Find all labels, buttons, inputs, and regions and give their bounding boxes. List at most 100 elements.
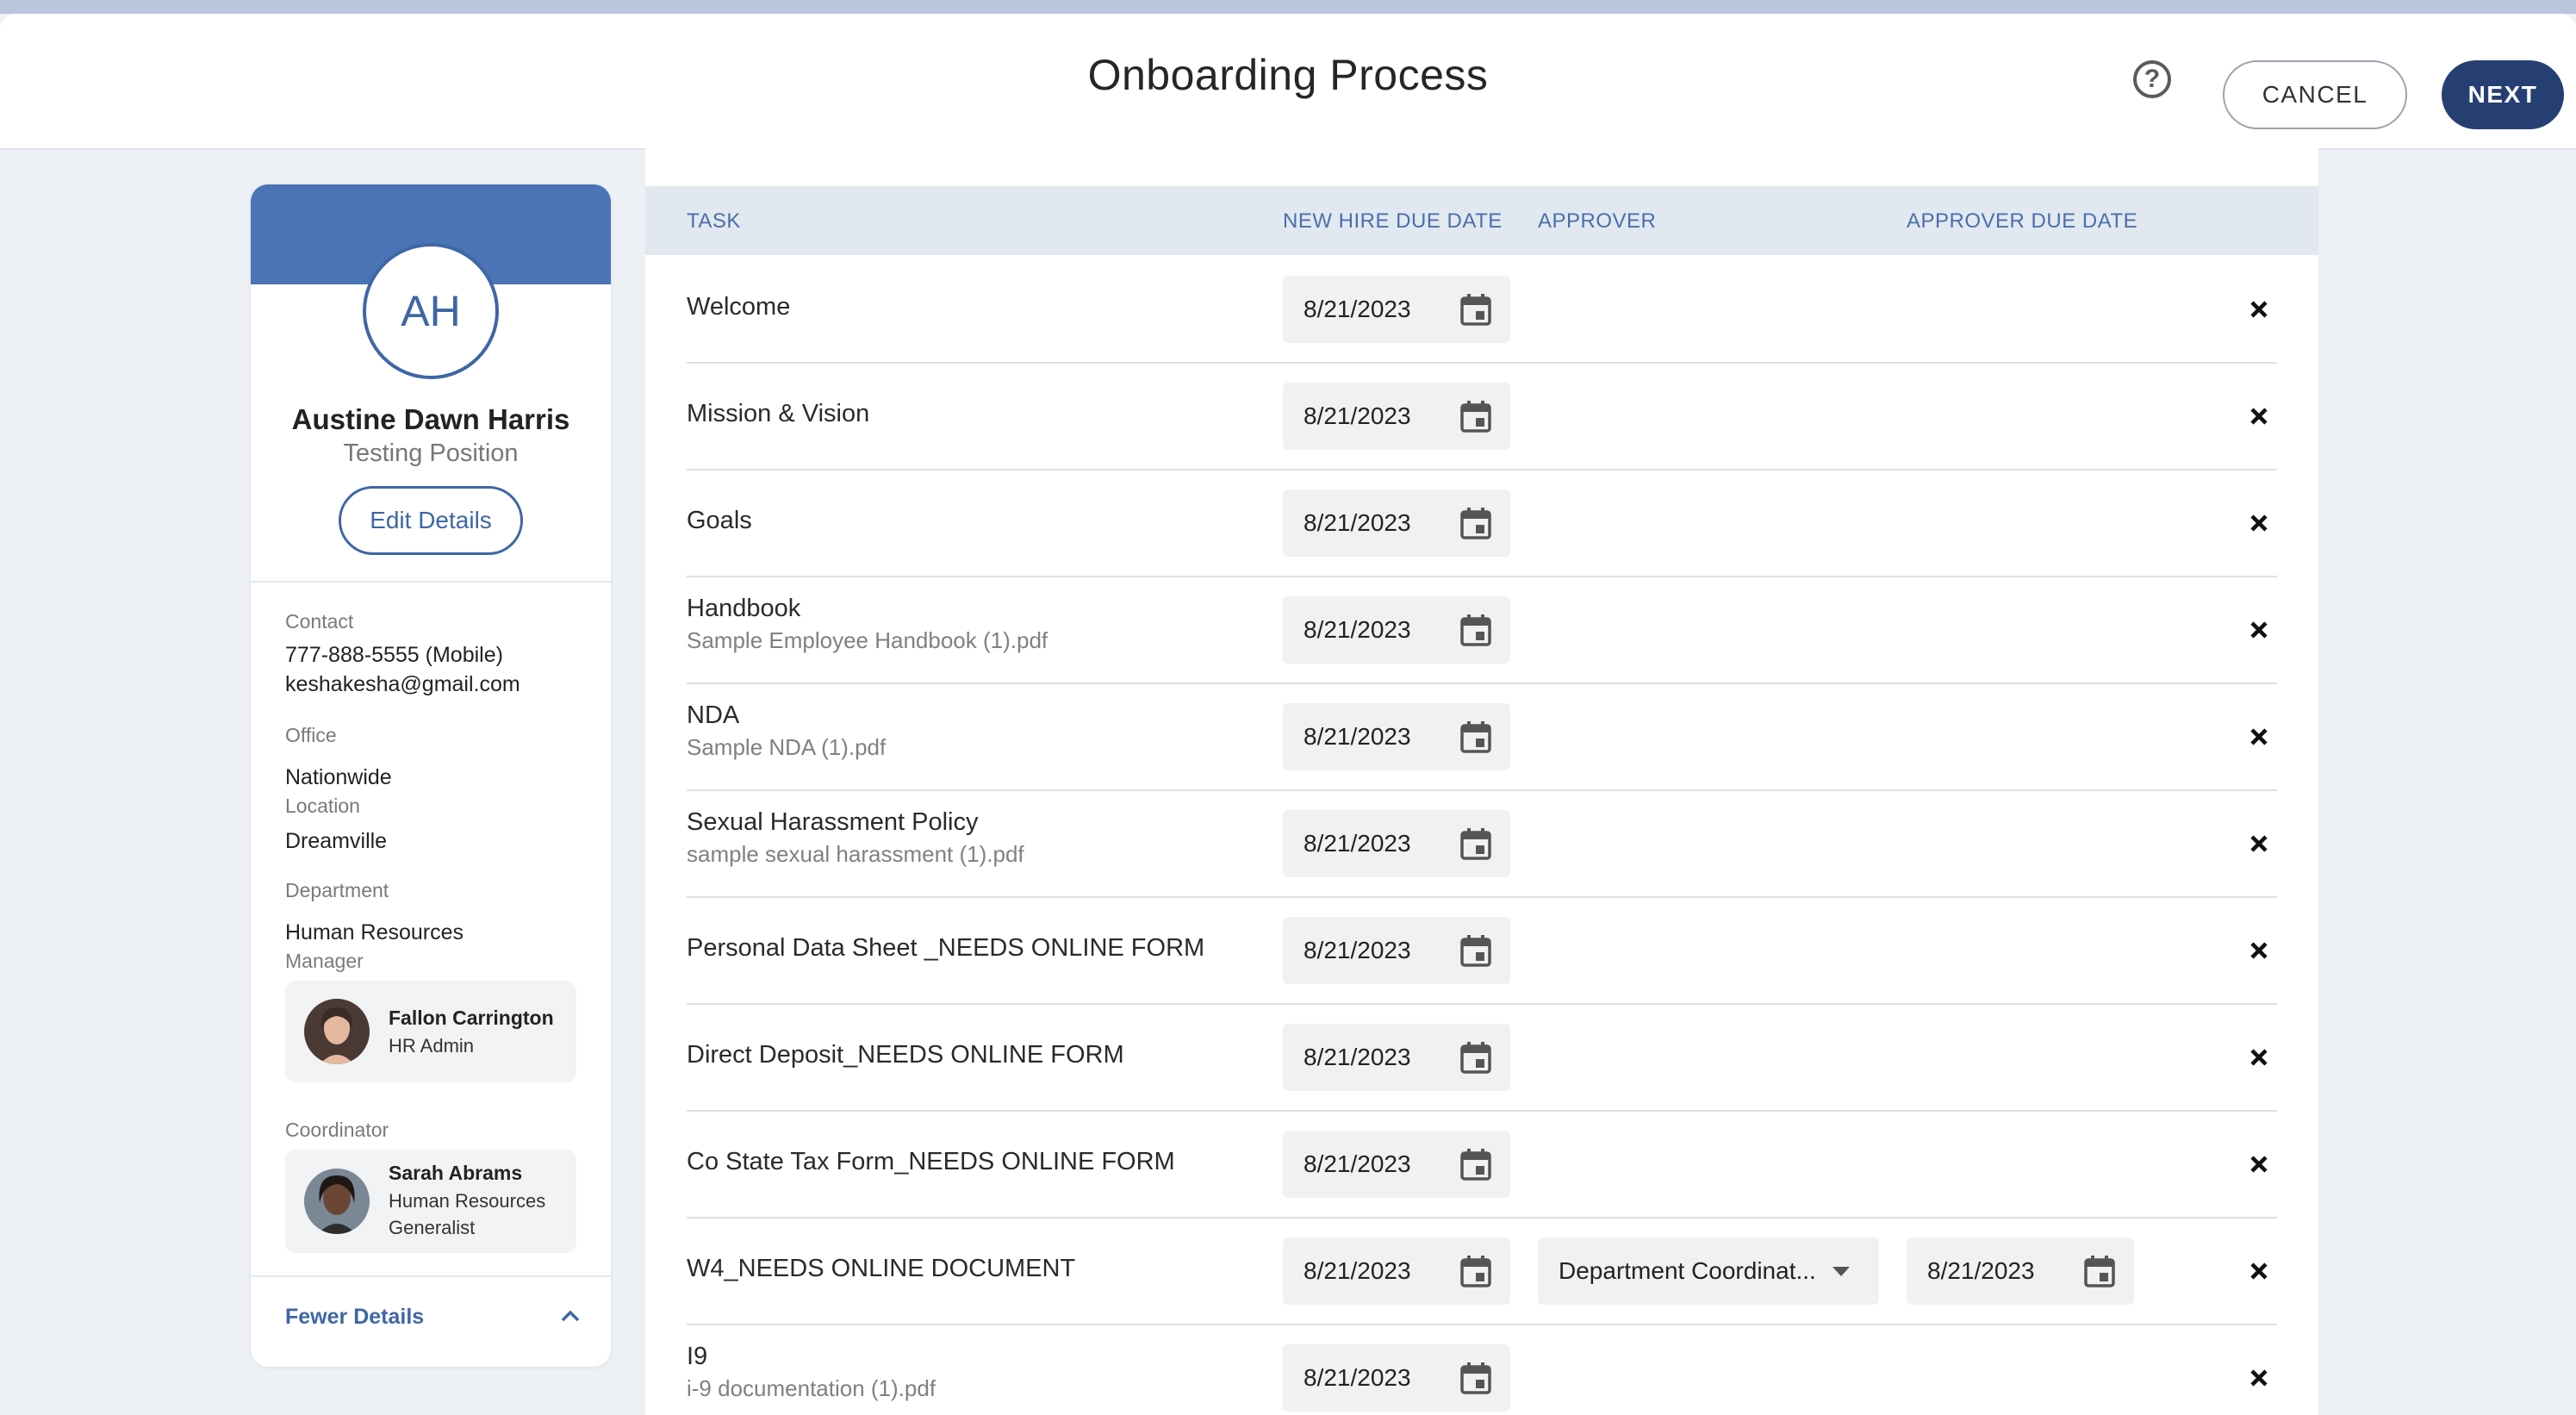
close-icon[interactable] — [2246, 510, 2272, 536]
new-hire-due-date-input[interactable]: 8/21/2023 — [1283, 810, 1510, 877]
location-label: Location — [285, 795, 360, 817]
task-panel: TASK NEW HIRE DUE DATE APPROVER APPROVER… — [645, 148, 2318, 1415]
task-name: W4_NEEDS ONLINE DOCUMENT — [687, 1255, 1076, 1282]
close-icon[interactable] — [2246, 296, 2272, 322]
new-hire-due-date-input[interactable]: 8/21/2023 — [1283, 276, 1510, 343]
column-approver-due-date: APPROVER DUE DATE — [1907, 209, 2138, 233]
task-name: Co State Tax Form_NEEDS ONLINE FORM — [687, 1148, 1175, 1175]
calendar-icon[interactable] — [1460, 293, 1491, 326]
task-row: Welcome 8/21/2023 — [687, 255, 2277, 364]
edit-details-button[interactable]: Edit Details — [339, 486, 523, 555]
calendar-icon[interactable] — [1460, 400, 1491, 433]
new-hire-due-date-input[interactable]: 8/21/2023 — [1283, 703, 1510, 770]
close-icon[interactable] — [2246, 1044, 2272, 1070]
column-task: TASK — [687, 209, 741, 233]
new-hire-due-date-input[interactable]: 8/21/2023 — [1283, 1024, 1510, 1091]
divider — [251, 581, 611, 583]
task-name: Sexual Harassment Policy — [687, 808, 979, 836]
manager-name: Fallon Carrington — [389, 1007, 554, 1029]
task-name: Welcome — [687, 293, 791, 321]
date-value: 8/21/2023 — [1304, 830, 1411, 857]
close-icon[interactable] — [2246, 617, 2272, 643]
office-label: Office — [285, 724, 337, 746]
task-name: Goals — [687, 507, 752, 534]
approver-due-date-input[interactable]: 8/21/2023 — [1907, 1237, 2134, 1305]
fewer-details-link[interactable]: Fewer Details — [285, 1305, 424, 1330]
task-attachment-link[interactable]: sample sexual harassment (1).pdf — [687, 841, 1024, 868]
new-hire-due-date-input[interactable]: 8/21/2023 — [1283, 1344, 1510, 1412]
department-label: Department — [285, 879, 389, 901]
contact-email: keshakesha@gmail.com — [285, 672, 520, 696]
manager-avatar — [304, 999, 370, 1064]
close-icon[interactable] — [2246, 831, 2272, 857]
close-icon[interactable] — [2246, 1151, 2272, 1177]
new-hire-due-date-input[interactable]: 8/21/2023 — [1283, 1237, 1510, 1305]
approver-select[interactable]: Department Coordinat... — [1538, 1237, 1879, 1305]
office-value: Nationwide — [285, 765, 392, 789]
chevron-down-icon — [1832, 1267, 1850, 1276]
calendar-icon[interactable] — [1460, 1362, 1491, 1394]
new-hire-due-date-input[interactable]: 8/21/2023 — [1283, 1131, 1510, 1198]
new-hire-due-date-input[interactable]: 8/21/2023 — [1283, 489, 1510, 557]
location-value: Dreamville — [285, 829, 388, 853]
column-new-hire-due-date: NEW HIRE DUE DATE — [1283, 209, 1503, 233]
task-attachment-link[interactable]: i-9 documentation (1).pdf — [687, 1375, 936, 1402]
contact-label: Contact — [285, 610, 354, 633]
close-icon[interactable] — [2246, 1258, 2272, 1284]
task-attachment-link[interactable]: Sample NDA (1).pdf — [687, 734, 886, 761]
coordinator-card[interactable]: Sarah Abrams Human Resources Generalist — [285, 1150, 576, 1253]
employee-position: Testing Position — [343, 439, 519, 467]
task-name: NDA — [687, 701, 740, 729]
task-row: Sexual Harassment Policy sample sexual ha… — [687, 789, 2277, 898]
cancel-button[interactable]: CANCEL — [2223, 60, 2407, 129]
date-value: 8/21/2023 — [1927, 1257, 2035, 1284]
new-hire-due-date-input[interactable]: 8/21/2023 — [1283, 917, 1510, 984]
coordinator-name: Sarah Abrams — [389, 1162, 523, 1184]
close-icon[interactable] — [2246, 938, 2272, 963]
next-button[interactable]: NEXT — [2442, 60, 2564, 129]
date-value: 8/21/2023 — [1304, 1364, 1411, 1391]
coordinator-role: Human Resources Generalist — [389, 1190, 546, 1238]
task-row: Personal Data Sheet _NEEDS ONLINE FORM 8/… — [687, 896, 2277, 1005]
date-value: 8/21/2023 — [1304, 723, 1411, 750]
page-title: Onboarding Process — [1087, 51, 1489, 99]
page-header: Onboarding Process ? CANCEL NEXT — [0, 14, 2576, 150]
calendar-icon[interactable] — [1460, 934, 1491, 967]
contact-phone: 777-888-5555 (Mobile) — [285, 643, 503, 667]
task-name: Handbook — [687, 595, 801, 622]
employee-name: Austine Dawn Harris — [291, 403, 570, 435]
task-row: NDA Sample NDA (1).pdf 8/21/2023 — [687, 683, 2277, 791]
calendar-icon[interactable] — [1460, 720, 1491, 753]
task-row: Co State Tax Form_NEEDS ONLINE FORM 8/21/… — [687, 1110, 2277, 1219]
close-icon[interactable] — [2246, 724, 2272, 750]
task-row: I9 i-9 documentation (1).pdf 8/21/2023 — [687, 1324, 2277, 1415]
calendar-icon[interactable] — [1460, 507, 1491, 539]
date-value: 8/21/2023 — [1304, 509, 1411, 536]
department-value: Human Resources — [285, 920, 464, 944]
help-icon[interactable]: ? — [2133, 60, 2171, 98]
table-header: TASK NEW HIRE DUE DATE APPROVER APPROVER… — [645, 186, 2318, 255]
task-name: Direct Deposit_NEEDS ONLINE FORM — [687, 1041, 1124, 1069]
calendar-icon[interactable] — [1460, 614, 1491, 646]
task-row: W4_NEEDS ONLINE DOCUMENT 8/21/2023 Departm… — [687, 1217, 2277, 1325]
approver-value: Department Coordinat... — [1559, 1257, 1816, 1284]
manager-label: Manager — [285, 950, 364, 972]
calendar-icon[interactable] — [1460, 1041, 1491, 1074]
close-icon[interactable] — [2246, 1365, 2272, 1391]
column-approver: APPROVER — [1538, 209, 1657, 233]
task-name: I9 — [687, 1343, 708, 1370]
calendar-icon[interactable] — [1460, 827, 1491, 860]
new-hire-due-date-input[interactable]: 8/21/2023 — [1283, 596, 1510, 664]
task-row: Direct Deposit_NEEDS ONLINE FORM 8/21/202… — [687, 1003, 2277, 1112]
task-attachment-link[interactable]: Sample Employee Handbook (1).pdf — [687, 627, 1048, 654]
chevron-up-icon[interactable] — [557, 1303, 583, 1329]
date-value: 8/21/2023 — [1304, 1257, 1411, 1284]
close-icon[interactable] — [2246, 403, 2272, 429]
divider — [251, 1275, 611, 1277]
calendar-icon[interactable] — [1460, 1255, 1491, 1287]
calendar-icon[interactable] — [2084, 1255, 2115, 1287]
task-row: Mission & Vision 8/21/2023 — [687, 362, 2277, 471]
calendar-icon[interactable] — [1460, 1148, 1491, 1181]
manager-card[interactable]: Fallon Carrington HR Admin — [285, 981, 576, 1082]
new-hire-due-date-input[interactable]: 8/21/2023 — [1283, 383, 1510, 450]
